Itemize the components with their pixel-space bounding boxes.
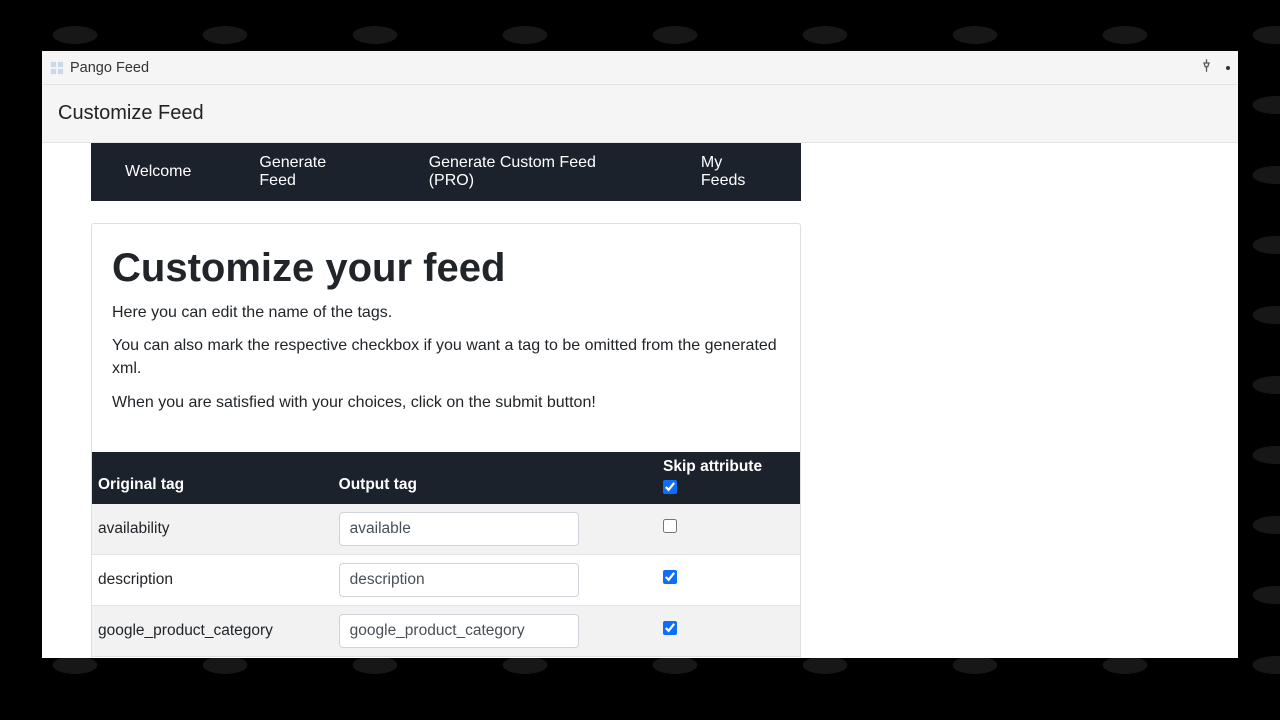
original-tag-cell: google_product_category: [92, 605, 333, 656]
col-skip-attribute: Skip attribute: [657, 452, 800, 504]
page-header: Customize Feed: [42, 85, 1238, 143]
skip-checkbox[interactable]: [663, 570, 677, 584]
skip-cell: [657, 656, 800, 658]
output-tag-cell: [333, 656, 657, 658]
titlebar-actions: [1199, 58, 1230, 77]
table-row: variant_id: [92, 656, 800, 658]
output-tag-input[interactable]: [339, 563, 579, 597]
card-intro-3: When you are satisfied with your choices…: [112, 391, 780, 414]
tab-generate-feed[interactable]: Generate Feed: [225, 143, 394, 201]
skip-cell: [657, 605, 800, 656]
titlebar: Pango Feed: [42, 51, 1238, 85]
card-heading: Customize your feed: [112, 246, 780, 291]
tab-nav: Welcome Generate Feed Generate Custom Fe…: [91, 143, 801, 201]
output-tag-cell: [333, 554, 657, 605]
output-tag-input[interactable]: [339, 614, 579, 648]
app-icon: [50, 61, 64, 75]
table-row: availability: [92, 504, 800, 555]
content-area: Welcome Generate Feed Generate Custom Fe…: [42, 143, 1238, 658]
skip-checkbox[interactable]: [663, 519, 677, 533]
customize-card: Customize your feed Here you can edit th…: [91, 223, 801, 658]
skip-cell: [657, 554, 800, 605]
output-tag-input[interactable]: [339, 512, 579, 546]
original-tag-cell: availability: [92, 504, 333, 555]
col-original-tag: Original tag: [92, 452, 333, 504]
table-row: description: [92, 554, 800, 605]
tab-welcome[interactable]: Welcome: [91, 143, 225, 201]
skip-cell: [657, 504, 800, 555]
skip-all-checkbox[interactable]: [663, 480, 677, 494]
pin-icon[interactable]: [1199, 58, 1214, 77]
col-skip-label: Skip attribute: [663, 458, 794, 476]
tab-my-feeds[interactable]: My Feeds: [667, 143, 801, 201]
output-tag-cell: [333, 504, 657, 555]
original-tag-cell: description: [92, 554, 333, 605]
page-title: Customize Feed: [58, 102, 204, 125]
tag-table: Original tag Output tag Skip attribute a…: [92, 452, 800, 658]
table-row: google_product_category: [92, 605, 800, 656]
output-tag-cell: [333, 605, 657, 656]
col-output-tag: Output tag: [333, 452, 657, 504]
skip-checkbox[interactable]: [663, 621, 677, 635]
original-tag-cell: variant_id: [92, 656, 333, 658]
app-title: Pango Feed: [70, 60, 149, 76]
card-intro-1: Here you can edit the name of the tags.: [112, 301, 780, 324]
app-window: Pango Feed Customize Feed Welcome Genera…: [42, 51, 1238, 658]
overflow-icon[interactable]: [1226, 66, 1230, 70]
card-intro-2: You can also mark the respective checkbo…: [112, 334, 780, 380]
tab-generate-custom-feed-pro[interactable]: Generate Custom Feed (PRO): [395, 143, 667, 201]
